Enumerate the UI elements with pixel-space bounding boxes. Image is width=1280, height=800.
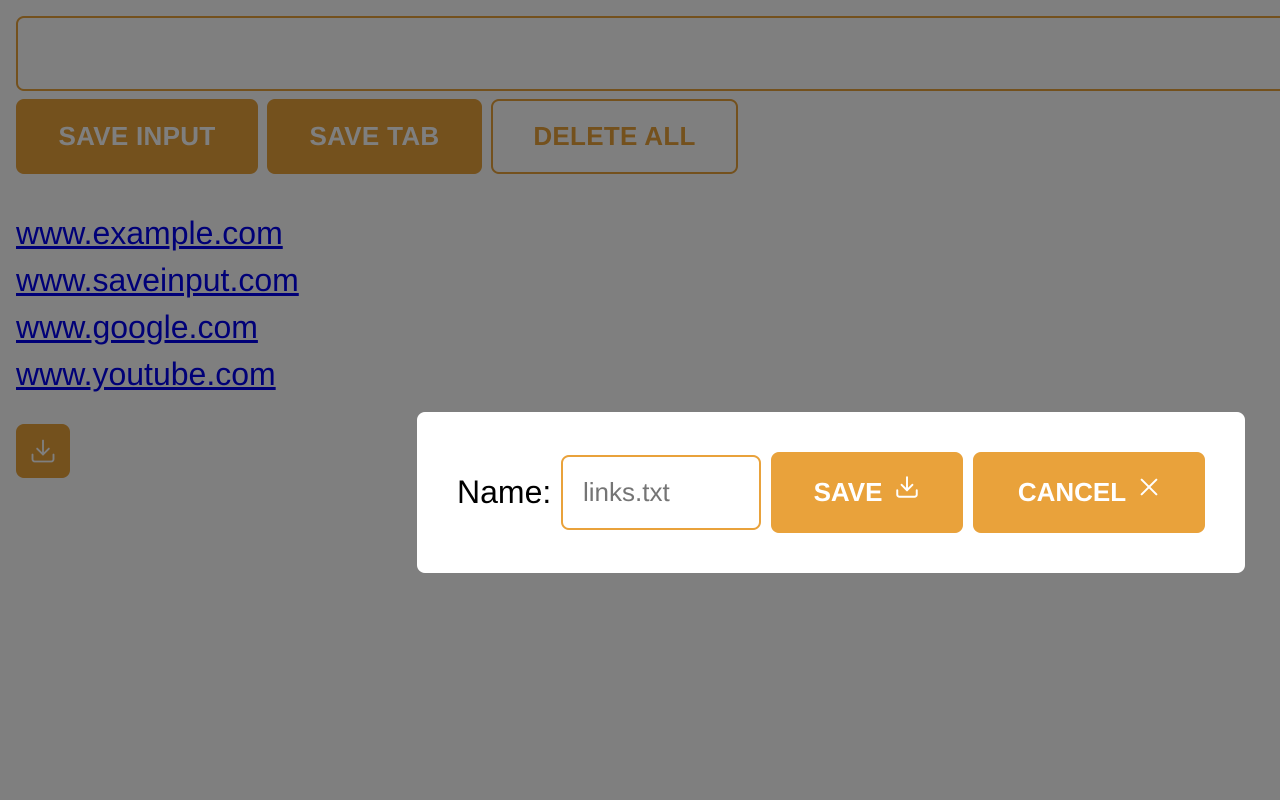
cancel-button[interactable]: CANCEL [973, 452, 1205, 533]
save-button-label: SAVE [813, 477, 883, 507]
close-icon [1138, 476, 1160, 498]
filename-input[interactable] [561, 455, 761, 530]
save-file-dialog: Name: SAVE CANCEL [417, 412, 1245, 573]
filename-label: Name: [457, 474, 552, 510]
download-icon [894, 474, 920, 500]
modal-overlay[interactable] [0, 0, 1280, 800]
save-file-button[interactable]: SAVE [771, 452, 963, 533]
cancel-button-label: CANCEL [1017, 477, 1127, 507]
